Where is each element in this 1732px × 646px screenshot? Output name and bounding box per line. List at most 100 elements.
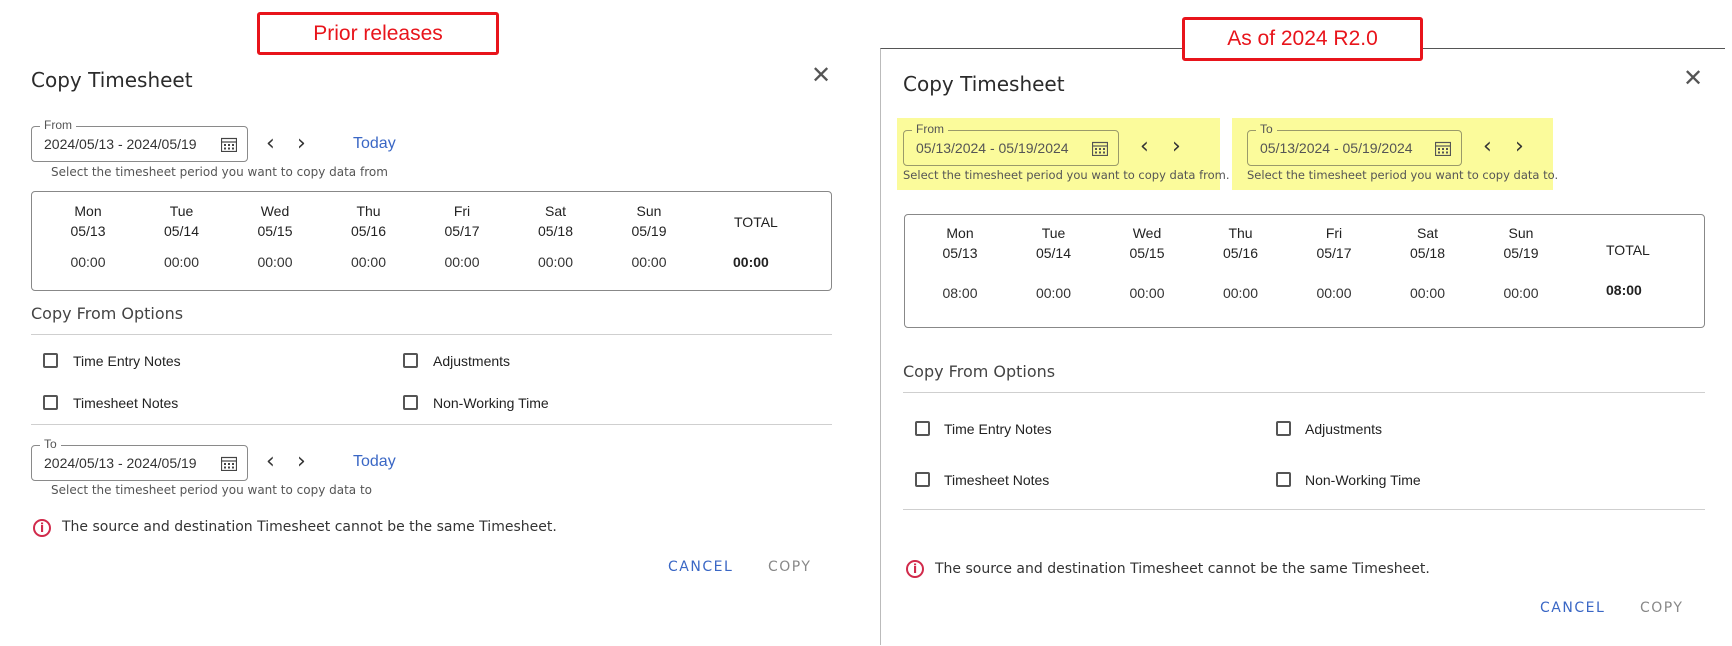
today-link[interactable]: Today — [353, 135, 396, 153]
total-label: TOTAL — [734, 214, 778, 230]
cancel-button[interactable]: CANCEL — [1540, 600, 1605, 616]
calendar-icon[interactable] — [1435, 141, 1451, 156]
adjustments-checkbox[interactable] — [1276, 421, 1291, 436]
divider — [31, 424, 832, 425]
prev-period-icon[interactable]: ‹ — [266, 133, 275, 155]
day-hours: 00:00 — [631, 254, 667, 270]
day-header-fri: Fri 05/17 — [1299, 225, 1369, 261]
copy-from-options-heading: Copy From Options — [31, 304, 184, 323]
day-name: Wed — [1132, 225, 1162, 241]
day-hours: 00:00 — [257, 254, 293, 270]
time-entry-notes-label: Time Entry Notes — [73, 353, 181, 369]
adjustments-checkbox[interactable] — [403, 353, 418, 368]
time-entry-notes-checkbox[interactable] — [43, 353, 58, 368]
time-entry-notes-label: Time Entry Notes — [944, 421, 1052, 437]
next-period-icon[interactable]: › — [297, 451, 306, 473]
day-header-thu: Thu 05/16 — [1206, 225, 1276, 261]
non-working-time-checkbox[interactable] — [1276, 472, 1291, 487]
to-helper-text: Select the timesheet period you want to … — [51, 483, 373, 497]
day-hours: 00:00 — [70, 254, 106, 270]
to-date-value: 05/13/2024 - 05/19/2024 — [1260, 140, 1413, 156]
callout-prior-releases: Prior releases — [257, 12, 499, 55]
info-icon: i — [33, 519, 51, 537]
from-date-field[interactable]: From 05/13/2024 - 05/19/2024 — [903, 122, 1119, 166]
adjustments-label: Adjustments — [433, 353, 511, 369]
day-name: Fri — [1325, 225, 1343, 241]
callout-as-of-2024-r2: As of 2024 R2.0 — [1182, 17, 1423, 61]
from-label: From — [40, 118, 76, 132]
dialog-title: Copy Timesheet — [903, 72, 1065, 96]
day-header-sat: Sat 05/18 — [521, 203, 591, 239]
next-period-icon[interactable]: › — [1172, 136, 1181, 158]
day-header-sun: Sun 05/19 — [1486, 225, 1556, 261]
day-name: Sun — [1508, 225, 1534, 241]
total-label: TOTAL — [1606, 242, 1650, 258]
day-hours: 00:00 — [444, 254, 480, 270]
non-working-time-checkbox[interactable] — [403, 395, 418, 410]
today-link[interactable]: Today — [353, 453, 396, 471]
adjustments-label: Adjustments — [1305, 421, 1383, 437]
day-header-wed: Wed 05/15 — [240, 203, 310, 239]
non-working-time-label: Non-Working Time — [433, 395, 549, 411]
to-label: To — [1256, 122, 1277, 136]
day-header-thu: Thu 05/16 — [334, 203, 404, 239]
copy-from-options-heading: Copy From Options — [903, 362, 1056, 381]
time-entry-notes-checkbox[interactable] — [915, 421, 930, 436]
day-date: 05/16 — [1222, 245, 1259, 261]
prev-period-icon[interactable]: ‹ — [1483, 136, 1492, 158]
from-date-value: 2024/05/13 - 2024/05/19 — [44, 136, 197, 152]
from-date-value: 05/13/2024 - 05/19/2024 — [916, 140, 1069, 156]
day-date: 05/18 — [537, 223, 574, 239]
day-name: Tue — [1041, 225, 1066, 241]
day-header-mon: Mon 05/13 — [53, 203, 123, 239]
calendar-icon[interactable] — [221, 456, 237, 471]
day-name: Wed — [260, 203, 290, 219]
next-period-icon[interactable]: › — [1515, 136, 1524, 158]
day-hours: 00:00 — [1035, 285, 1072, 301]
prev-period-icon[interactable]: ‹ — [266, 451, 275, 473]
cancel-button[interactable]: CANCEL — [668, 559, 733, 575]
day-header-sat: Sat 05/18 — [1393, 225, 1463, 261]
timesheet-notes-checkbox[interactable] — [43, 395, 58, 410]
next-period-icon[interactable]: › — [297, 133, 306, 155]
info-icon: i — [906, 560, 924, 578]
dialog-title: Copy Timesheet — [31, 68, 193, 92]
close-icon[interactable]: ✕ — [1683, 66, 1703, 90]
from-date-field[interactable]: From 2024/05/13 - 2024/05/19 — [31, 118, 248, 162]
day-date: 05/17 — [1316, 245, 1352, 261]
day-date: 05/19 — [631, 223, 667, 239]
close-icon[interactable]: ✕ — [811, 63, 831, 87]
day-hours: 00:00 — [1222, 285, 1259, 301]
day-header-sun: Sun 05/19 — [614, 203, 684, 239]
prev-period-icon[interactable]: ‹ — [1140, 136, 1149, 158]
error-message: The source and destination Timesheet can… — [62, 519, 557, 535]
day-date: 05/17 — [444, 223, 480, 239]
error-message: The source and destination Timesheet can… — [935, 561, 1430, 577]
calendar-icon[interactable] — [221, 137, 237, 152]
from-helper-text: Select the timesheet period you want to … — [51, 165, 388, 179]
day-date: 05/15 — [1129, 245, 1165, 261]
day-date: 05/19 — [1503, 245, 1539, 261]
to-date-field[interactable]: To 2024/05/13 - 2024/05/19 — [31, 437, 248, 481]
day-name: Fri — [453, 203, 471, 219]
day-hours: 00:00 — [537, 254, 574, 270]
divider — [31, 334, 832, 335]
calendar-icon[interactable] — [1092, 141, 1108, 156]
to-date-field[interactable]: To 05/13/2024 - 05/19/2024 — [1247, 122, 1462, 166]
day-date: 05/13 — [70, 223, 106, 239]
to-helper-text: Select the timesheet period you want to … — [1247, 168, 1559, 182]
timesheet-notes-label: Timesheet Notes — [73, 395, 179, 411]
day-name: Thu — [356, 203, 381, 219]
copy-button[interactable]: COPY — [1640, 600, 1683, 616]
total-value: 00:00 — [733, 254, 769, 270]
day-date: 05/16 — [350, 223, 387, 239]
day-hours: 08:00 — [942, 285, 978, 301]
to-date-value: 2024/05/13 - 2024/05/19 — [44, 455, 197, 471]
copy-button[interactable]: COPY — [768, 559, 811, 575]
timesheet-notes-checkbox[interactable] — [915, 472, 930, 487]
day-hours: 00:00 — [1129, 285, 1165, 301]
day-hours: 00:00 — [350, 254, 387, 270]
timesheet-notes-label: Timesheet Notes — [944, 472, 1050, 488]
day-hours: 00:00 — [1503, 285, 1539, 301]
day-header-tue: Tue 05/14 — [147, 203, 217, 239]
